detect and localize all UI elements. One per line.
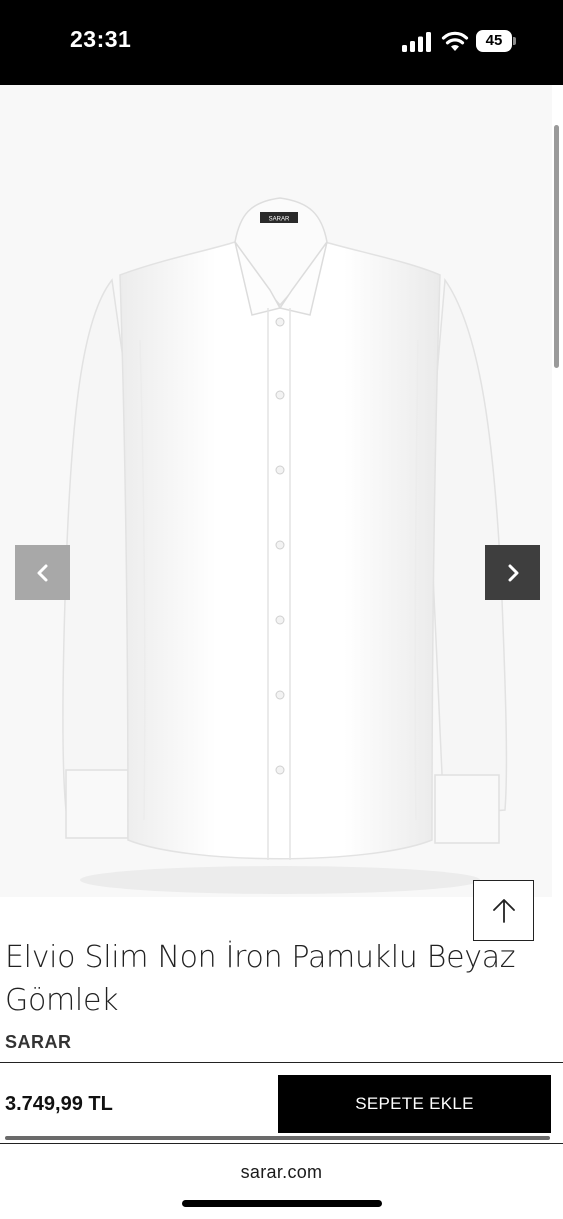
chevron-right-icon [508, 564, 518, 581]
browser-url-bar[interactable]: sarar.com [0, 1144, 563, 1219]
product-image-gallery[interactable]: SARAR [0, 85, 552, 897]
battery-level: 45 [485, 32, 503, 49]
arrow-up-icon [492, 898, 515, 923]
product-image: SARAR [62, 197, 508, 894]
cart-bar-divider [5, 1136, 550, 1140]
back-to-top-button[interactable] [473, 880, 534, 941]
status-bar: 23:31 45 [0, 0, 563, 85]
home-indicator[interactable] [182, 1200, 382, 1207]
cart-bar: 3.749,99 TL SEPETE EKLE [0, 1062, 563, 1144]
chevron-left-icon [37, 564, 47, 581]
shirt-neck-label: SARAR [269, 217, 290, 223]
status-time: 23:31 [70, 26, 132, 52]
product-title: Elvio Slim Non İron Pamuklu Beyaz Gömlek [5, 940, 516, 1018]
page-scrollbar[interactable] [554, 125, 559, 368]
product-brand[interactable]: SARAR [5, 1032, 72, 1053]
wifi-icon [441, 31, 469, 51]
battery-icon: 45 [476, 30, 516, 52]
add-to-cart-button[interactable]: SEPETE EKLE [278, 1075, 551, 1133]
url-text[interactable]: sarar.com [0, 1162, 563, 1183]
gallery-prev-button[interactable] [15, 545, 70, 600]
product-price: 3.749,99 TL [5, 1093, 113, 1115]
signal-icon [402, 32, 431, 52]
gallery-next-button[interactable] [485, 545, 540, 600]
